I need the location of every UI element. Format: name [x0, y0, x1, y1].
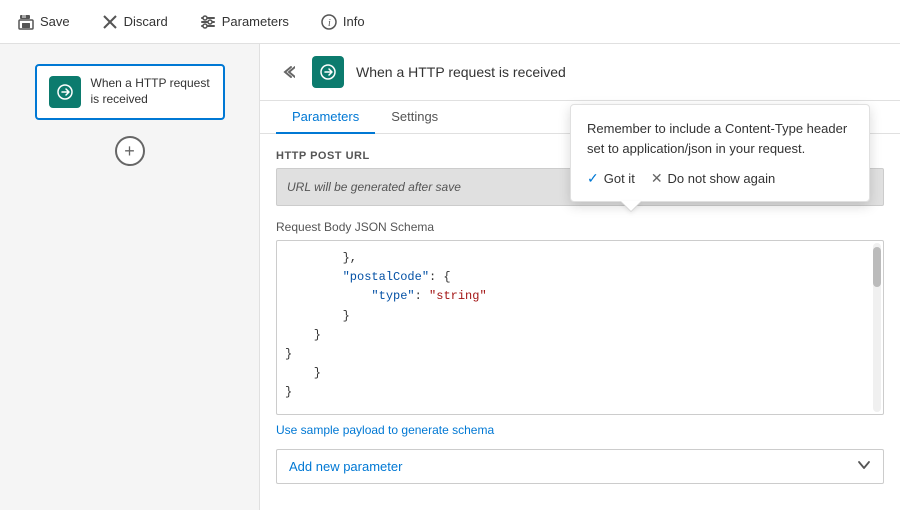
tooltip-popup: Remember to include a Content-Type heade… [570, 104, 870, 202]
code-line: } [285, 307, 875, 326]
code-editor[interactable]: }, "postalCode": { "type": "string" } } … [276, 240, 884, 415]
chevron-down-icon [857, 458, 871, 475]
info-icon: i [321, 14, 337, 30]
parameters-label: Parameters [222, 14, 289, 29]
main-layout: When a HTTP request is received + When a… [0, 44, 900, 510]
collapse-button[interactable] [276, 60, 300, 84]
code-line: "postalCode": { [285, 268, 875, 287]
code-scrollbar[interactable] [873, 243, 881, 412]
discard-label: Discard [124, 14, 168, 29]
tab-settings[interactable]: Settings [375, 101, 454, 134]
got-it-button[interactable]: ✓ Got it [587, 170, 635, 187]
code-scrollbar-thumb [873, 247, 881, 287]
flow-card[interactable]: When a HTTP request is received [35, 64, 225, 120]
toolbar: Save Discard Parameters [0, 0, 900, 44]
tooltip-text: Remember to include a Content-Type heade… [587, 119, 853, 158]
info-button[interactable]: i Info [315, 10, 371, 34]
flow-card-icon [49, 76, 81, 108]
check-icon: ✓ [587, 170, 599, 187]
add-step-icon: + [124, 141, 135, 162]
parameters-icon [200, 14, 216, 30]
code-line: } [285, 364, 875, 383]
canvas-panel: When a HTTP request is received + [0, 44, 260, 510]
tab-parameters[interactable]: Parameters [276, 101, 375, 134]
panel-header: When a HTTP request is received [260, 44, 900, 101]
save-icon [18, 14, 34, 30]
x-icon: ✕ [651, 170, 663, 187]
discard-button[interactable]: Discard [96, 10, 174, 34]
add-param-label: Add new parameter [289, 459, 402, 474]
code-line: }, [285, 249, 875, 268]
flow-card-text: When a HTTP request is received [91, 76, 211, 107]
code-line: } [285, 345, 875, 364]
sample-payload-link[interactable]: Use sample payload to generate schema [276, 423, 884, 437]
save-button[interactable]: Save [12, 10, 76, 34]
code-line: "type": "string" [285, 287, 875, 306]
info-label: Info [343, 14, 365, 29]
panel-title: When a HTTP request is received [356, 64, 884, 80]
code-line: } [285, 383, 875, 402]
parameters-button[interactable]: Parameters [194, 10, 295, 34]
code-line: } [285, 326, 875, 345]
got-it-label: Got it [604, 171, 635, 186]
schema-label: Request Body JSON Schema [276, 220, 884, 234]
add-new-parameter-select[interactable]: Add new parameter [276, 449, 884, 484]
add-step-button[interactable]: + [115, 136, 145, 166]
do-not-show-button[interactable]: ✕ Do not show again [651, 170, 775, 187]
save-label: Save [40, 14, 70, 29]
discard-icon [102, 14, 118, 30]
panel-header-icon [312, 56, 344, 88]
tooltip-actions: ✓ Got it ✕ Do not show again [587, 170, 853, 187]
right-panel: When a HTTP request is received Paramete… [260, 44, 900, 510]
svg-text:i: i [328, 18, 331, 29]
do-not-show-label: Do not show again [668, 171, 776, 186]
